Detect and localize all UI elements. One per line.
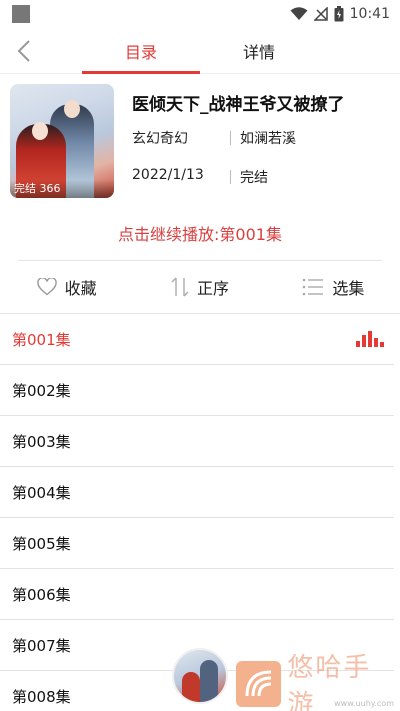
status-bar: 10:41 — [0, 0, 400, 28]
book-genre: 玄幻奇幻 — [132, 131, 188, 147]
episode-label: 第008集 — [12, 687, 71, 706]
watermark: 悠哈手游 www.uuhy.com — [236, 653, 398, 711]
select-episode-label: 选集 — [332, 279, 365, 298]
watermark-url: www.uuhy.com — [334, 699, 394, 708]
book-status: 完结 — [240, 170, 268, 186]
book-info: 完结 366 医倾天下_战神王爷又被撩了 玄幻奇幻 如澜若溪 2022/1/13… — [0, 74, 400, 206]
status-icons: 10:41 — [290, 6, 390, 22]
episode-label: 第007集 — [12, 636, 71, 655]
episode-item[interactable]: 第005集 — [0, 518, 394, 569]
episode-label: 第005集 — [12, 534, 71, 553]
episode-label: 第003集 — [12, 432, 71, 451]
playing-bars-icon — [356, 331, 384, 347]
episode-item[interactable]: 第006集 — [0, 569, 394, 620]
episode-item[interactable]: 第001集 — [0, 314, 394, 365]
signal-icon — [313, 7, 328, 21]
continue-play-button[interactable]: 点击继续播放:第001集 — [0, 206, 400, 260]
list-icon — [303, 278, 324, 296]
sort-icon — [171, 277, 189, 297]
episode-label: 第004集 — [12, 483, 71, 502]
book-date: 2022/1/13 — [132, 167, 204, 183]
back-button[interactable] — [10, 36, 38, 66]
book-author: 如澜若溪 — [240, 131, 296, 147]
book-cover[interactable]: 完结 366 — [10, 84, 114, 198]
divider — [230, 131, 231, 145]
book-title: 医倾天下_战神王爷又被撩了 — [132, 95, 345, 115]
sort-order-label: 正序 — [196, 279, 229, 298]
episode-item[interactable]: 第002集 — [0, 365, 394, 416]
episode-label: 第001集 — [12, 330, 71, 349]
watermark-logo-icon — [236, 661, 282, 707]
action-bar: 收藏 正序 选集 — [0, 261, 400, 313]
episode-label: 第006集 — [12, 585, 71, 604]
top-navigation: 目录 详情 — [0, 28, 400, 74]
back-icon — [17, 40, 30, 62]
favorite-label: 收藏 — [64, 279, 97, 298]
tab-details[interactable]: 详情 — [200, 28, 318, 74]
episode-label: 第002集 — [12, 381, 71, 400]
episode-item[interactable]: 第003集 — [0, 416, 394, 467]
notification-icon — [12, 5, 30, 23]
heart-icon — [36, 278, 57, 296]
sort-order-button[interactable]: 正序 — [133, 275, 266, 299]
favorite-button[interactable]: 收藏 — [0, 275, 133, 299]
clock: 10:41 — [349, 6, 390, 22]
wifi-icon — [290, 7, 308, 20]
battery-icon — [334, 6, 344, 22]
cover-badge: 完结 366 — [10, 180, 114, 198]
tab-catalog[interactable]: 目录 — [82, 28, 200, 74]
episode-item[interactable]: 第004集 — [0, 467, 394, 518]
select-episode-button[interactable]: 选集 — [267, 275, 400, 299]
floating-player-cover[interactable] — [172, 648, 228, 704]
divider — [230, 170, 231, 184]
